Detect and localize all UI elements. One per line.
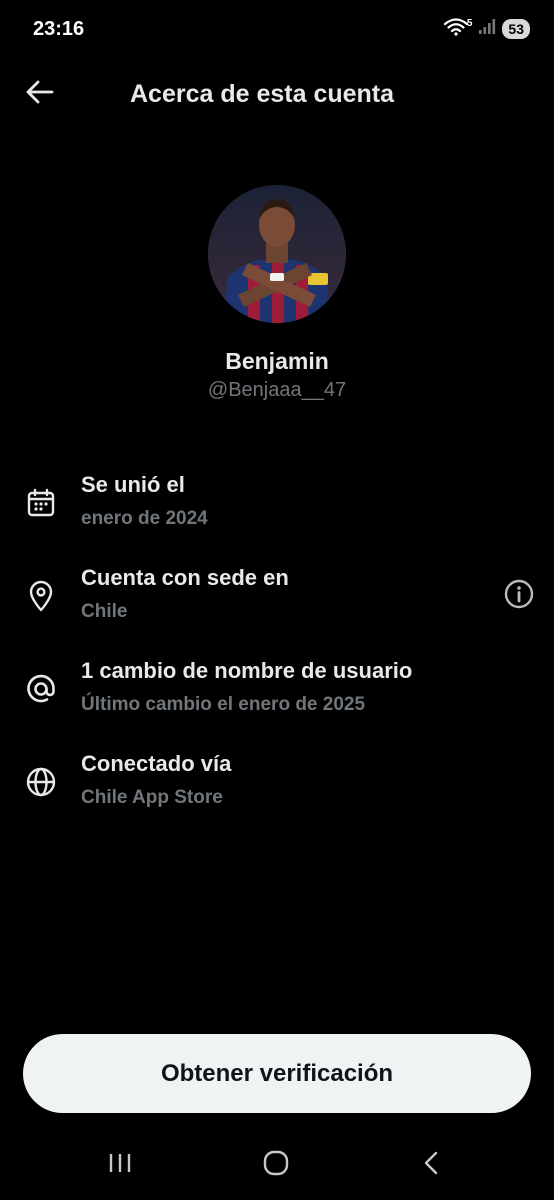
profile-name: Benjamin: [225, 348, 329, 374]
wifi-icon: [443, 16, 469, 41]
recent-apps-button[interactable]: [100, 1147, 140, 1183]
avatar: [208, 185, 346, 323]
info-item-username-changes: 1 cambio de nombre de usuario Último cam…: [0, 658, 554, 738]
status-time: 23:16: [33, 18, 85, 40]
battery-indicator: 53: [502, 18, 530, 39]
signal-icon: [478, 17, 496, 40]
recent-apps-icon: [107, 1151, 133, 1180]
wifi-badge: 5: [466, 18, 473, 29]
status-icons: 5 53: [443, 16, 530, 41]
info-subtitle: Chile App Store: [81, 787, 223, 808]
back-nav-button[interactable]: [411, 1147, 451, 1183]
system-nav-bar: [0, 1135, 554, 1195]
chevron-left-icon: [421, 1150, 441, 1181]
info-title: Cuenta con sede en: [81, 565, 289, 590]
info-title: Se unió el: [81, 472, 185, 497]
info-circle-icon[interactable]: [501, 576, 537, 612]
profile-handle: @Benjaaa__47: [207, 379, 347, 401]
info-subtitle: enero de 2024: [81, 508, 208, 529]
home-button[interactable]: [256, 1147, 296, 1183]
get-verification-button[interactable]: Obtener verificación: [23, 1034, 531, 1113]
info-title: 1 cambio de nombre de usuario: [81, 658, 413, 683]
info-subtitle: Chile: [81, 601, 128, 622]
location-pin-icon: [24, 579, 58, 613]
arrow-left-icon: [25, 79, 55, 110]
at-sign-icon: [24, 672, 58, 706]
info-item-connected-via: Conectado vía Chile App Store: [0, 751, 554, 831]
calendar-icon: [24, 486, 58, 520]
info-item-location: Cuenta con sede en Chile: [0, 565, 554, 645]
info-subtitle: Último cambio el enero de 2025: [81, 694, 366, 715]
home-icon: [262, 1150, 290, 1181]
status-bar: 23:16 5 53: [0, 0, 554, 60]
back-button[interactable]: [18, 74, 62, 114]
page-title: Acerca de esta cuenta: [130, 80, 395, 108]
info-item-joined: Se unió el enero de 2024: [0, 472, 554, 552]
header: Acerca de esta cuenta: [0, 60, 554, 126]
info-title: Conectado vía: [81, 751, 232, 776]
globe-icon: [24, 765, 58, 799]
